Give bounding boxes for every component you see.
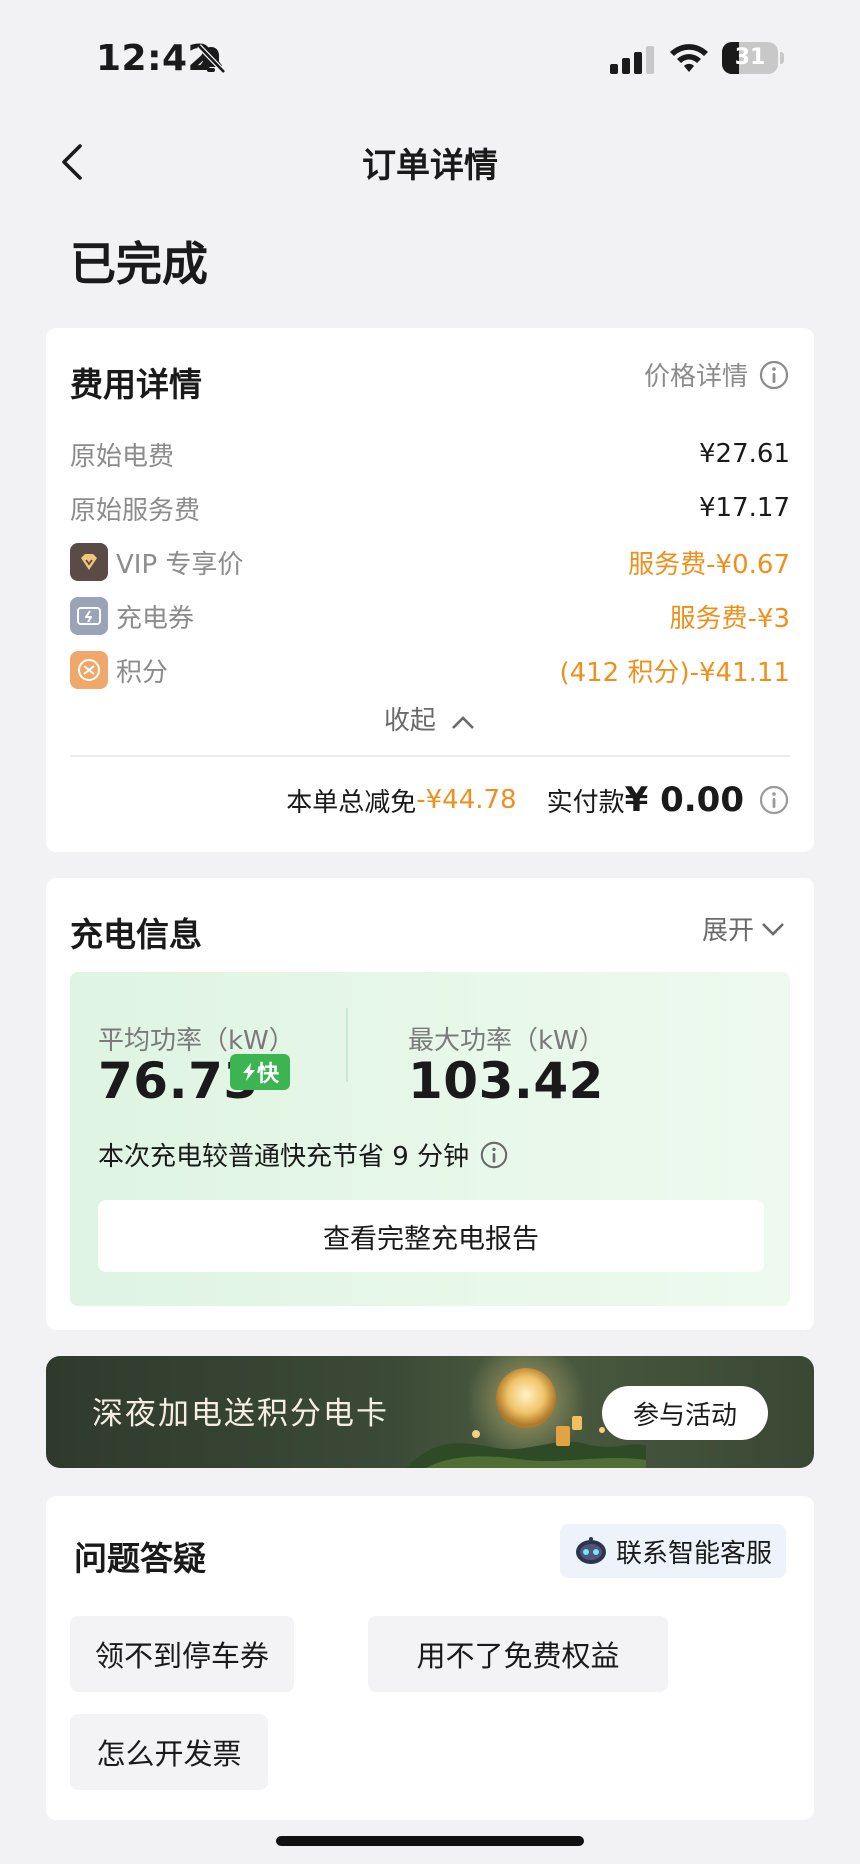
fee-row-points: 积分 (412 积分)-¥41.11 bbox=[70, 650, 790, 690]
price-detail-label: 价格详情 bbox=[643, 362, 748, 392]
fast-badge-label: 快 bbox=[256, 1062, 279, 1087]
page-title: 订单详情 bbox=[362, 146, 498, 186]
promo-banner[interactable]: 深夜加电送积分电卡 参与活动 bbox=[46, 1356, 814, 1468]
fee-row-label: 充电券 bbox=[116, 603, 195, 634]
faq-chip-free-benefits[interactable]: 用不了免费权益 bbox=[368, 1616, 668, 1692]
info-icon bbox=[759, 360, 789, 389]
status-bar: 12:42 31 bbox=[0, 0, 860, 110]
time-saving-note: 本次充电较普通快充节省 9 分钟 bbox=[98, 1136, 509, 1173]
fast-charge-badge: 快 bbox=[230, 1054, 290, 1090]
time-saving-text: 本次充电较普通快充节省 9 分钟 bbox=[98, 1142, 470, 1172]
signal-icon bbox=[610, 46, 654, 74]
robot-icon bbox=[575, 1537, 606, 1564]
power-summary-panel: 平均功率（kW） 76.73 快 最大功率（kW） 103.42 本次充电较普通… bbox=[70, 972, 790, 1306]
fee-row-value: ¥27.61 bbox=[699, 439, 790, 469]
fee-card-title: 费用详情 bbox=[70, 365, 202, 404]
promo-banner-text: 深夜加电送积分电卡 bbox=[92, 1396, 389, 1432]
divider bbox=[346, 1008, 348, 1082]
max-power-value: 103.42 bbox=[408, 1052, 604, 1110]
fee-row-value: 服务费-¥0.67 bbox=[628, 549, 790, 580]
contact-ai-support-button[interactable]: 联系智能客服 bbox=[560, 1524, 786, 1578]
battery-level: 31 bbox=[734, 45, 766, 70]
fee-row-electricity: 原始电费 ¥27.61 bbox=[70, 434, 790, 474]
fee-row-vip: VIP 专享价 服务费-¥0.67 bbox=[70, 542, 790, 582]
total-discount-label: 本单总减免 bbox=[286, 787, 417, 818]
paid-label: 实付款 bbox=[546, 787, 625, 818]
contact-ai-support-label: 联系智能客服 bbox=[615, 1538, 772, 1569]
fee-row-service: 原始服务费 ¥17.17 bbox=[70, 488, 790, 528]
lightning-icon bbox=[242, 1063, 255, 1081]
chevron-up-icon bbox=[452, 715, 475, 729]
fee-row-label: 原始服务费 bbox=[70, 495, 201, 526]
expand-label: 展开 bbox=[701, 916, 754, 946]
info-icon[interactable] bbox=[758, 784, 790, 816]
price-detail-link[interactable]: 价格详情 bbox=[644, 356, 790, 393]
charge-card-title: 充电信息 bbox=[70, 915, 202, 954]
fee-detail-card: 费用详情 价格详情 原始电费 ¥27.61 原始服务费 ¥17.17 VIP 专… bbox=[46, 328, 814, 852]
order-status-title: 已完成 bbox=[70, 237, 208, 291]
expand-toggle[interactable]: 展开 bbox=[702, 910, 786, 947]
chevron-down-icon bbox=[762, 922, 784, 936]
collapse-label: 收起 bbox=[383, 706, 436, 736]
faq-title: 问题答疑 bbox=[74, 1539, 206, 1578]
fee-row-label: VIP 专享价 bbox=[116, 549, 244, 580]
collapse-toggle[interactable]: 收起 bbox=[46, 700, 814, 737]
divider bbox=[70, 755, 790, 757]
fee-total-row: 本单总减免 -¥44.78 实付款 ¥ 0.00 bbox=[286, 780, 790, 820]
fee-row-coupon: 充电券 服务费-¥3 bbox=[70, 596, 790, 636]
info-icon[interactable] bbox=[479, 1140, 509, 1170]
fee-row-label: 积分 bbox=[116, 657, 169, 688]
view-charging-report-button[interactable]: 查看完整充电报告 bbox=[98, 1200, 764, 1272]
total-discount-value: -¥44.78 bbox=[416, 785, 517, 815]
fee-row-label: 原始电费 bbox=[70, 441, 175, 472]
wifi-icon bbox=[670, 44, 708, 72]
coupon-icon bbox=[70, 597, 108, 635]
join-activity-button[interactable]: 参与活动 bbox=[602, 1386, 768, 1440]
vip-diamond-icon bbox=[70, 543, 108, 581]
faq-card: 问题答疑 联系智能客服 领不到停车券 用不了免费权益 怎么开发票 bbox=[46, 1496, 814, 1820]
fee-row-value: 服务费-¥3 bbox=[669, 603, 790, 634]
battery-icon: 31 bbox=[722, 42, 784, 74]
faq-chip-parking-coupon[interactable]: 领不到停车券 bbox=[70, 1616, 294, 1692]
home-indicator bbox=[276, 1836, 584, 1846]
charge-info-card: 充电信息 展开 平均功率（kW） 76.73 快 最大功率（kW） 103.42… bbox=[46, 878, 814, 1330]
faq-chip-invoice[interactable]: 怎么开发票 bbox=[70, 1714, 268, 1790]
paid-amount: ¥ 0.00 bbox=[624, 780, 744, 820]
fee-row-value: (412 积分)-¥41.11 bbox=[559, 657, 790, 688]
points-icon bbox=[70, 651, 108, 689]
bell-slash-icon bbox=[197, 44, 226, 74]
fee-row-value: ¥17.17 bbox=[699, 493, 790, 523]
